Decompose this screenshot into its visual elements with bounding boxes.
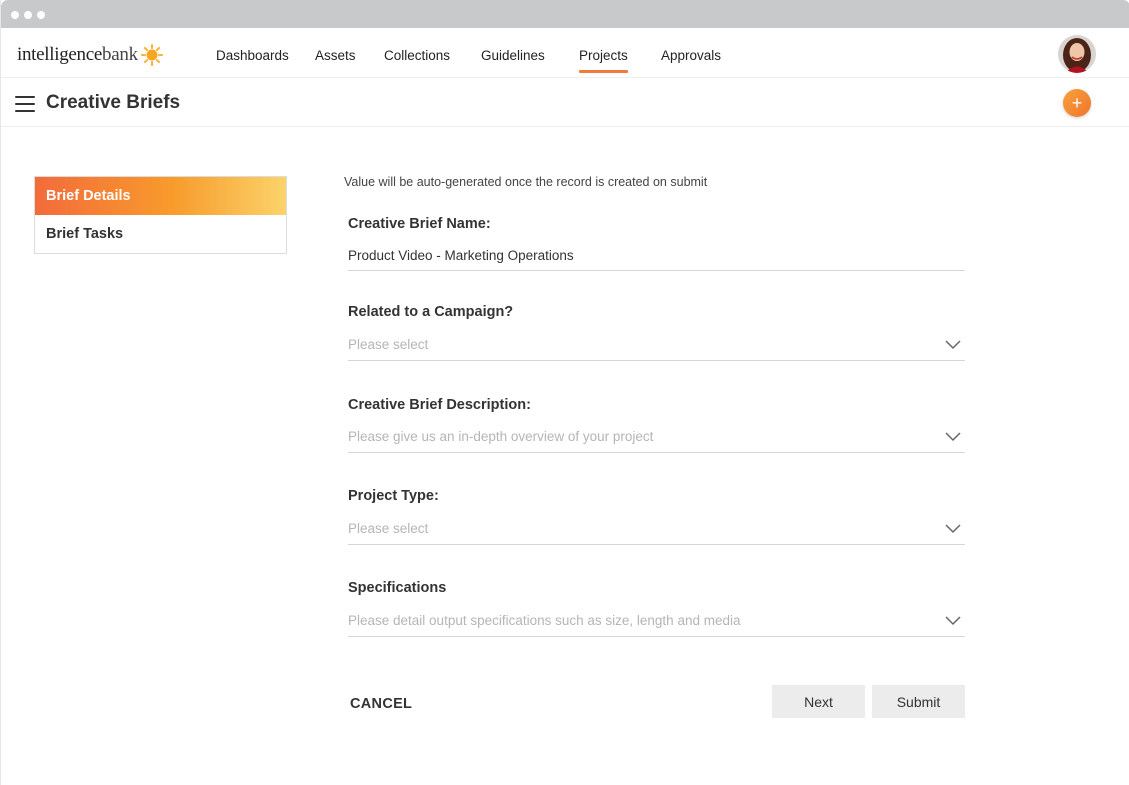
sidebar-item-brief-details[interactable]: Brief Details [35,177,286,215]
browser-window: intelligence bank Dashboards Assets Colle… [0,0,1129,785]
nav-dashboards[interactable]: Dashboards [216,48,289,63]
brief-sidebar: Brief Details Brief Tasks [34,176,287,254]
window-close-dot[interactable] [11,11,19,19]
hamburger-icon[interactable] [15,96,35,112]
nav-collections[interactable]: Collections [384,48,450,63]
specifications-label: Specifications [348,580,447,596]
page-header: Creative Briefs [1,79,1129,127]
window-titlebar [1,0,1129,28]
sidebar-item-brief-tasks[interactable]: Brief Tasks [35,215,286,253]
window-minimize-dot[interactable] [24,11,32,19]
page-title: Creative Briefs [46,92,181,113]
next-button[interactable]: Next [772,685,865,718]
nav-guidelines[interactable]: Guidelines [481,48,545,63]
submit-button[interactable]: Submit [872,685,965,718]
campaign-label: Related to a Campaign? [348,304,514,320]
nav-approvals[interactable]: Approvals [661,48,721,63]
campaign-select[interactable]: Please select [348,337,428,352]
campaign-underline [348,360,965,361]
top-navigation: intelligence bank Dashboards Assets Colle… [1,28,1129,78]
nav-projects[interactable]: Projects [579,48,628,73]
description-underline [348,452,965,453]
specifications-underline [348,636,965,637]
specifications-input[interactable]: Please detail output specifications such… [348,613,741,628]
intelligencebank-logo[interactable]: intelligence bank [17,44,163,66]
user-avatar[interactable] [1058,35,1096,73]
auto-generate-hint: Value will be auto-generated once the re… [344,175,708,189]
brief-name-underline [348,270,965,271]
sun-icon [140,44,163,66]
chevron-down-icon[interactable] [945,524,961,534]
description-input[interactable]: Please give us an in-depth overview of y… [348,429,653,444]
chevron-down-icon[interactable] [945,616,961,626]
chevron-down-icon[interactable] [945,340,961,350]
project-type-underline [348,544,965,545]
brief-name-label: Creative Brief Name: [348,216,491,232]
description-label: Creative Brief Description: [348,397,531,413]
cancel-button[interactable]: CANCEL [350,696,412,712]
add-brief-button[interactable]: + [1063,89,1091,117]
logo-text-bank: bank [102,44,138,65]
brief-name-input[interactable]: Product Video - Marketing Operations [348,248,574,263]
logo-text-main: intelligence [17,44,103,65]
chevron-down-icon[interactable] [945,432,961,442]
nav-assets[interactable]: Assets [315,48,356,63]
plus-icon: + [1071,92,1083,113]
project-type-label: Project Type: [348,488,439,504]
window-maximize-dot[interactable] [37,11,45,19]
project-type-select[interactable]: Please select [348,521,428,536]
